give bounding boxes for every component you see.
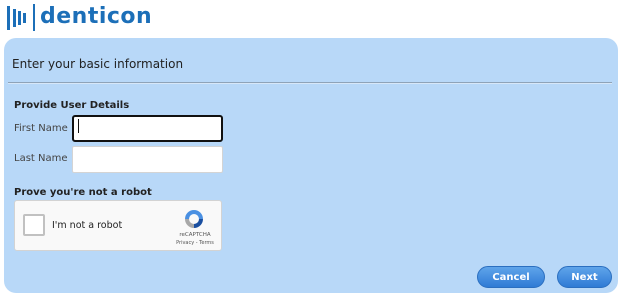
form-panel: Enter your basic information Provide Use…: [4, 38, 618, 293]
header: denticon: [0, 0, 621, 36]
user-details-heading: Provide User Details: [14, 100, 130, 111]
logo-divider: [33, 4, 35, 31]
recaptcha-brand: reCAPTCHA: [179, 232, 211, 238]
first-name-wrapper: [72, 115, 223, 142]
text-caret: [78, 119, 79, 133]
first-name-label: First Name: [14, 123, 68, 134]
cancel-button[interactable]: Cancel: [477, 266, 545, 288]
last-name-input[interactable]: [72, 146, 223, 173]
section-title: Enter your basic information: [12, 57, 184, 71]
section-divider: [8, 82, 612, 84]
robot-check-heading: Prove you're not a robot: [14, 187, 152, 198]
recaptcha-links[interactable]: Privacy - Terms: [169, 240, 221, 246]
recaptcha-logo-icon: [185, 210, 203, 228]
next-button[interactable]: Next: [557, 266, 612, 288]
first-name-input[interactable]: [72, 115, 223, 142]
recaptcha-label: I'm not a robot: [52, 220, 123, 231]
recaptcha-widget: I'm not a robot reCAPTCHA Privacy - Term…: [14, 200, 222, 251]
denticon-bars-icon: [7, 6, 26, 30]
brand-logo-text: denticon: [40, 4, 153, 29]
recaptcha-checkbox[interactable]: [23, 214, 45, 236]
last-name-label: Last Name: [14, 153, 68, 164]
